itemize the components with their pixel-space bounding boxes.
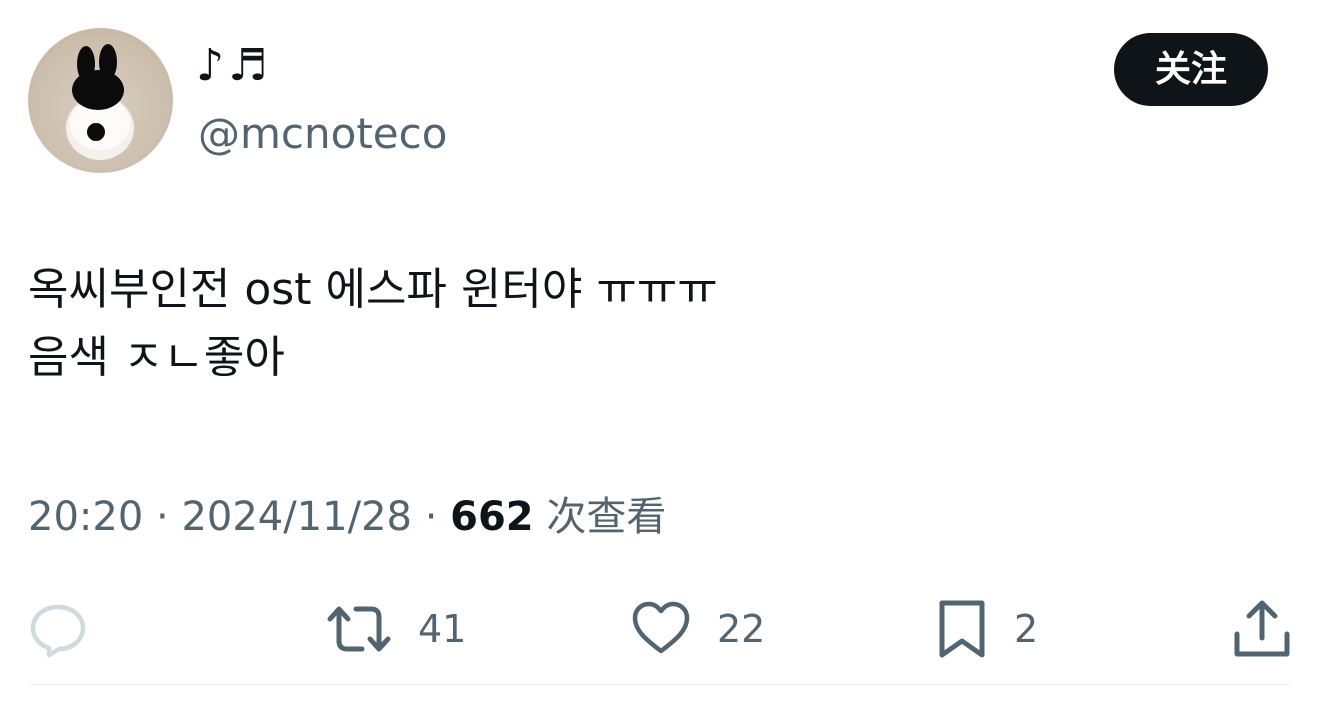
display-name[interactable]: ♪♬ [196, 36, 272, 96]
bookmark-count: 2 [1014, 607, 1039, 651]
follow-button[interactable]: 关注 [1114, 33, 1268, 106]
views-count: 662 [450, 494, 534, 540]
tweet-date[interactable]: 2024/11/28 [181, 494, 412, 540]
reply-button[interactable] [28, 595, 88, 663]
like-button[interactable]: 22 [631, 595, 765, 663]
tweet: ♪♬ @mcnoteco 关注 옥씨부인전 ost 에스파 윈터야 ㅠㅠㅠ 음색… [0, 0, 1320, 703]
meta-separator: · [156, 494, 182, 540]
bookmark-button[interactable]: 2 [936, 595, 1038, 663]
retweet-icon [327, 606, 391, 652]
retweet-button[interactable]: 41 [326, 595, 466, 663]
tweet-text-line-2: 음색 ㅈㄴ좋아 [28, 332, 285, 383]
like-count: 22 [717, 607, 766, 651]
share-button[interactable] [1232, 595, 1292, 663]
divider [28, 684, 1292, 685]
heart-icon [632, 601, 690, 654]
tweet-text-line-1: 옥씨부인전 ost 에스파 윈터야 ㅠㅠㅠ [28, 264, 718, 315]
bookmark-icon [939, 600, 985, 658]
meta-separator: · [424, 494, 451, 540]
tweet-text: 옥씨부인전 ost 에스파 윈터야 ㅠㅠㅠ 음색 ㅈㄴ좋아 [28, 256, 718, 392]
retweet-count: 41 [418, 607, 467, 651]
views-label: 次查看 [546, 494, 667, 540]
user-handle[interactable]: @mcnoteco [198, 106, 447, 162]
reply-icon [30, 604, 86, 658]
tweet-time[interactable]: 20:20 [28, 494, 143, 540]
share-icon [1234, 600, 1290, 657]
action-bar: 41 22 2 [0, 595, 1320, 663]
tweet-meta: 20:20 · 2024/11/28 · 662 次查看 [28, 487, 666, 547]
bunny-plush-avatar-icon [66, 44, 134, 160]
avatar[interactable] [28, 28, 173, 173]
